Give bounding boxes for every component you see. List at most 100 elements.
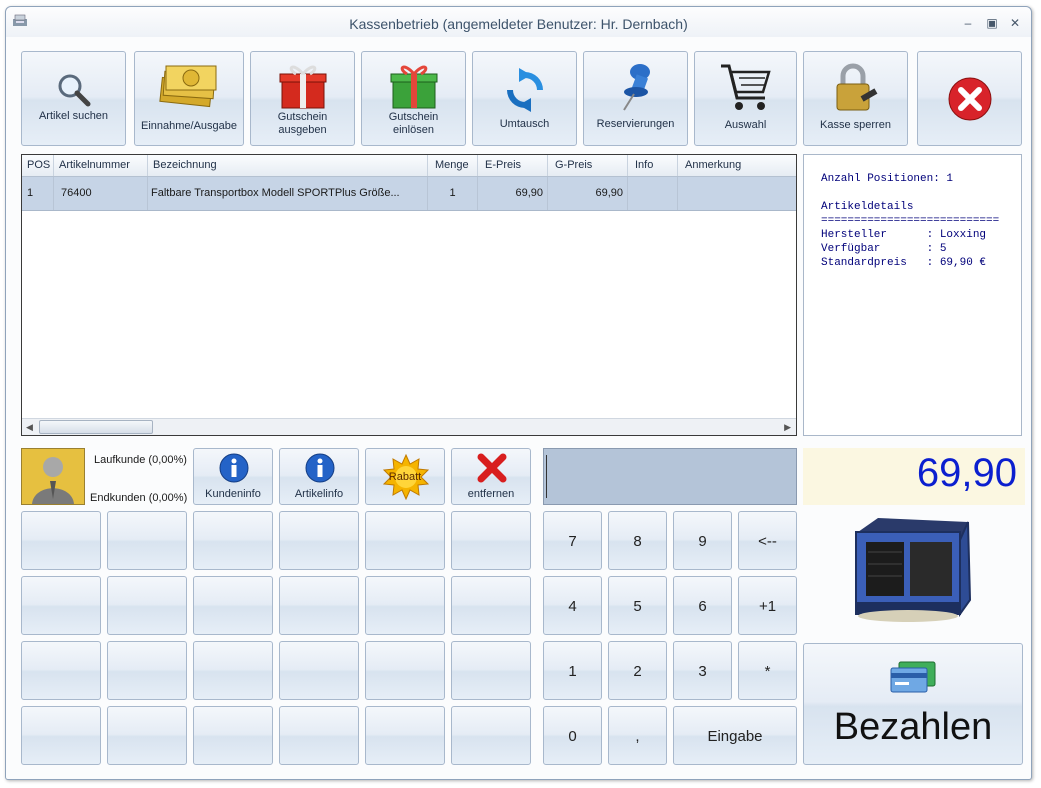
quick-key-button[interactable] <box>107 641 187 700</box>
quick-key-button[interactable] <box>107 511 187 570</box>
column-header-anmerkung[interactable]: Anmerkung <box>678 155 796 176</box>
quick-key-button[interactable] <box>193 511 273 570</box>
scroll-left-arrow-icon[interactable]: ◀ <box>26 422 33 433</box>
keypad-0[interactable]: 0 <box>543 706 602 765</box>
quick-key-button[interactable] <box>451 576 531 635</box>
input-display[interactable] <box>543 448 797 505</box>
avatar <box>32 457 74 504</box>
customer-info-label: Kundeninfo <box>205 488 261 500</box>
exchange-label: Umtausch <box>499 118 550 130</box>
reservations-label: Reservierungen <box>596 118 675 130</box>
close-window-button[interactable]: ✕ <box>1008 17 1022 29</box>
keypad-comma[interactable]: , <box>608 706 667 765</box>
article-details-panel: Anzahl Positionen: 1 Artikeldetails ====… <box>803 154 1022 436</box>
red-gift-icon <box>279 65 326 109</box>
horizontal-scrollbar[interactable]: ◀ ▶ <box>22 418 796 435</box>
scrollbar-thumb[interactable] <box>39 420 153 434</box>
quick-key-button[interactable] <box>279 576 359 635</box>
total-amount: 69,90 <box>916 451 1017 495</box>
close-icon <box>948 77 991 121</box>
quick-key-button[interactable] <box>21 641 101 700</box>
quick-key-button[interactable] <box>365 641 445 700</box>
quick-key-button[interactable] <box>279 511 359 570</box>
cell-info <box>628 177 678 210</box>
keypad-6[interactable]: 6 <box>673 576 732 635</box>
quick-key-button[interactable] <box>365 576 445 635</box>
column-header-pos[interactable]: POS <box>22 155 54 176</box>
quick-key-button[interactable] <box>193 576 273 635</box>
shopping-cart-icon <box>720 64 771 110</box>
standard-price-line: Standardpreis : 69,90 € <box>821 257 987 269</box>
column-header-e-preis[interactable]: E-Preis <box>478 155 548 176</box>
remove-button[interactable]: entfernen <box>451 448 531 505</box>
keypad-4[interactable]: 4 <box>543 576 602 635</box>
cell-bezeichnung: Faltbare Transportbox Modell SPORTPlus G… <box>148 177 428 210</box>
positions-count: Anzahl Positionen: 1 <box>821 173 954 185</box>
quick-key-button[interactable] <box>193 706 273 765</box>
exit-button[interactable] <box>917 51 1022 146</box>
quick-key-button[interactable] <box>107 576 187 635</box>
search-article-label: Artikel suchen <box>38 110 109 122</box>
column-header-artikelnummer[interactable]: Artikelnummer <box>54 155 148 176</box>
keypad-3[interactable]: 3 <box>673 641 732 700</box>
selection-label: Auswahl <box>724 119 767 131</box>
padlock-icon <box>836 63 877 111</box>
column-header-menge[interactable]: Menge <box>428 155 478 176</box>
keypad-7[interactable]: 7 <box>543 511 602 570</box>
pay-button[interactable]: Bezahlen <box>803 643 1023 765</box>
quick-key-button[interactable] <box>365 511 445 570</box>
keypad-2[interactable]: 2 <box>608 641 667 700</box>
column-header-g-preis[interactable]: G-Preis <box>548 155 628 176</box>
article-info-button[interactable]: Artikelinfo <box>279 448 359 505</box>
maximize-button[interactable]: ▣ <box>985 17 999 29</box>
column-header-info[interactable]: Info <box>628 155 678 176</box>
info-icon <box>305 453 335 483</box>
table-row[interactable]: 1 76400 Faltbare Transportbox Modell SPO… <box>22 177 796 211</box>
discount-button[interactable]: Rabatt <box>365 448 445 505</box>
end-customer-label: Endkunden (0,00%) <box>90 492 188 504</box>
pay-label: Bezahlen <box>833 706 993 748</box>
keypad-9[interactable]: 9 <box>673 511 732 570</box>
quick-key-button[interactable] <box>451 706 531 765</box>
article-grid: POS Artikelnummer Bezeichnung Menge E-Pr… <box>21 154 797 436</box>
customer-info-button[interactable]: Kundeninfo <box>193 448 273 505</box>
lock-register-label: Kasse sperren <box>820 119 891 131</box>
details-title: Artikeldetails <box>821 201 914 213</box>
issue-voucher-button[interactable]: Gutschein ausgeben <box>250 51 355 146</box>
redeem-voucher-button[interactable]: Gutschein einlösen <box>361 51 466 146</box>
quick-key-button[interactable] <box>21 706 101 765</box>
money-icon <box>159 65 217 108</box>
keypad-5[interactable]: 5 <box>608 576 667 635</box>
quick-key-button[interactable] <box>279 706 359 765</box>
scroll-right-arrow-icon[interactable]: ▶ <box>784 422 791 433</box>
quick-key-button[interactable] <box>21 576 101 635</box>
issue-voucher-label: Gutschein ausgeben <box>277 111 328 136</box>
income-expense-button[interactable]: Einnahme/Ausgabe <box>134 51 244 146</box>
quick-key-button[interactable] <box>451 511 531 570</box>
keypad-8[interactable]: 8 <box>608 511 667 570</box>
quick-key-button[interactable] <box>279 641 359 700</box>
keypad-plus-one[interactable]: +1 <box>738 576 797 635</box>
quick-key-button[interactable] <box>107 706 187 765</box>
search-article-button[interactable]: Artikel suchen <box>21 51 126 146</box>
column-header-bezeichnung[interactable]: Bezeichnung <box>148 155 428 176</box>
manufacturer-line: Hersteller : Loxxing <box>821 229 987 241</box>
enter-button[interactable]: Eingabe <box>673 706 797 765</box>
selection-button[interactable]: Auswahl <box>694 51 797 146</box>
keypad-1[interactable]: 1 <box>543 641 602 700</box>
quick-key-button[interactable] <box>193 641 273 700</box>
keypad-backspace[interactable]: <-- <box>738 511 797 570</box>
details-separator: =========================== <box>821 215 1000 227</box>
reservations-button[interactable]: Reservierungen <box>583 51 688 146</box>
cell-e-preis: 69,90 <box>478 177 548 210</box>
customer-avatar-button[interactable] <box>21 448 85 505</box>
remove-label: entfernen <box>467 488 515 500</box>
keypad-multiply[interactable]: * <box>738 641 797 700</box>
quick-key-button[interactable] <box>365 706 445 765</box>
quick-key-button[interactable] <box>21 511 101 570</box>
lock-register-button[interactable]: Kasse sperren <box>803 51 908 146</box>
pushpin-icon <box>622 64 650 111</box>
exchange-button[interactable]: Umtausch <box>472 51 577 146</box>
minimize-button[interactable]: – <box>961 17 975 29</box>
quick-key-button[interactable] <box>451 641 531 700</box>
